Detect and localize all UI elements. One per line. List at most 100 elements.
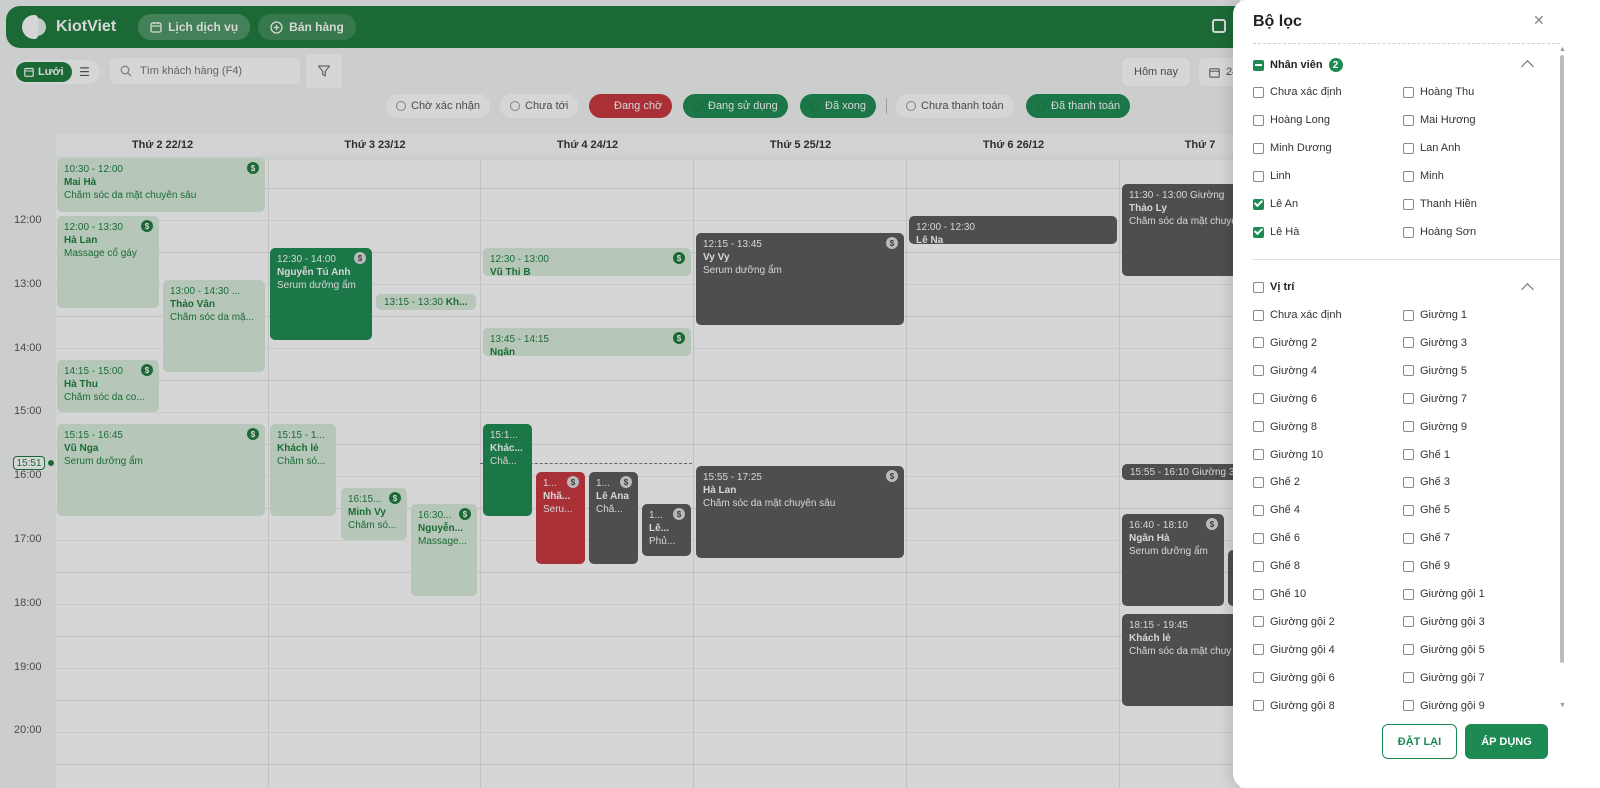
- staff-checkbox[interactable]: [1253, 86, 1264, 98]
- staff-checkbox[interactable]: [1253, 170, 1264, 182]
- location-option[interactable]: Giường 4: [1253, 365, 1317, 377]
- location-checkbox[interactable]: [1403, 393, 1414, 405]
- staff-option[interactable]: Thanh Hiền: [1403, 198, 1477, 210]
- location-checkbox[interactable]: [1253, 644, 1264, 656]
- location-option[interactable]: Ghế 6: [1253, 532, 1300, 544]
- reset-button[interactable]: ĐẶT LẠI: [1382, 724, 1457, 759]
- location-checkbox[interactable]: [1253, 672, 1264, 684]
- staff-checkbox[interactable]: [1403, 114, 1414, 126]
- location-checkbox[interactable]: [1403, 700, 1414, 712]
- staff-checkbox[interactable]: [1403, 142, 1414, 154]
- chevron-up-icon[interactable]: [1521, 60, 1534, 73]
- location-option[interactable]: Chưa xác định: [1253, 309, 1342, 321]
- location-option[interactable]: Giường gội 9: [1403, 700, 1485, 712]
- staff-section-header[interactable]: Nhân viên 2: [1253, 58, 1343, 72]
- location-checkbox[interactable]: [1403, 309, 1414, 321]
- staff-option[interactable]: Minh Dương: [1253, 142, 1332, 154]
- chevron-up-icon[interactable]: [1521, 283, 1534, 296]
- location-checkbox[interactable]: [1403, 421, 1414, 433]
- location-option[interactable]: Ghế 3: [1403, 476, 1450, 488]
- location-checkbox[interactable]: [1253, 393, 1264, 405]
- location-select-all-checkbox[interactable]: [1253, 281, 1264, 293]
- staff-checkbox[interactable]: [1403, 226, 1414, 238]
- location-option[interactable]: Giường 1: [1403, 309, 1467, 321]
- location-checkbox[interactable]: [1403, 672, 1414, 684]
- location-option[interactable]: Giường gội 3: [1403, 616, 1485, 628]
- location-checkbox[interactable]: [1403, 560, 1414, 572]
- modal-backdrop[interactable]: [0, 0, 1240, 788]
- location-checkbox[interactable]: [1253, 421, 1264, 433]
- scroll-down-arrow[interactable]: ▼: [1559, 702, 1566, 709]
- location-checkbox[interactable]: [1253, 532, 1264, 544]
- location-checkbox[interactable]: [1253, 560, 1264, 572]
- staff-select-all-checkbox[interactable]: [1253, 59, 1264, 71]
- location-checkbox[interactable]: [1253, 309, 1264, 321]
- staff-option[interactable]: Lan Anh: [1403, 142, 1460, 154]
- staff-option[interactable]: Minh: [1403, 170, 1444, 182]
- apply-button[interactable]: ÁP DỤNG: [1465, 724, 1548, 759]
- staff-option[interactable]: Lê An: [1253, 198, 1298, 210]
- staff-checkbox[interactable]: [1403, 170, 1414, 182]
- location-option-label: Ghế 3: [1420, 476, 1450, 489]
- location-section-header[interactable]: Vị trí: [1253, 281, 1294, 293]
- staff-checkbox[interactable]: [1253, 142, 1264, 154]
- location-checkbox[interactable]: [1253, 504, 1264, 516]
- location-checkbox[interactable]: [1403, 449, 1414, 460]
- staff-checkbox[interactable]: [1403, 198, 1414, 210]
- location-option[interactable]: Giường gội 5: [1403, 644, 1485, 656]
- location-checkbox[interactable]: [1253, 476, 1264, 488]
- location-checkbox[interactable]: [1403, 365, 1414, 377]
- location-option[interactable]: Giường gội 4: [1253, 644, 1335, 656]
- location-checkbox[interactable]: [1403, 588, 1414, 600]
- staff-option[interactable]: Hoàng Thu: [1403, 86, 1474, 98]
- staff-checkbox[interactable]: [1253, 226, 1264, 238]
- location-option[interactable]: Giường gội 6: [1253, 672, 1335, 684]
- location-checkbox[interactable]: [1253, 700, 1264, 712]
- scroll-up-arrow[interactable]: ▲: [1559, 46, 1566, 53]
- location-option[interactable]: Ghế 7: [1403, 532, 1450, 544]
- location-option[interactable]: Ghế 4: [1253, 504, 1300, 516]
- location-checkbox[interactable]: [1253, 449, 1264, 460]
- location-option[interactable]: Giường 9: [1403, 421, 1467, 433]
- staff-checkbox[interactable]: [1253, 198, 1264, 210]
- staff-option[interactable]: Hoàng Long: [1253, 114, 1330, 126]
- staff-option[interactable]: Lê Hà: [1253, 226, 1299, 238]
- location-option[interactable]: Ghế 9: [1403, 560, 1450, 572]
- staff-checkbox[interactable]: [1403, 86, 1414, 98]
- section-divider: [1253, 259, 1560, 260]
- panel-scrollbar[interactable]: [1560, 55, 1564, 663]
- location-option[interactable]: Giường gội 8: [1253, 700, 1335, 712]
- location-checkbox[interactable]: [1403, 337, 1414, 349]
- location-option[interactable]: Giường gội 1: [1403, 588, 1485, 600]
- location-option[interactable]: Giường 8: [1253, 421, 1317, 433]
- location-checkbox[interactable]: [1403, 504, 1414, 516]
- location-option[interactable]: Giường 7: [1403, 393, 1467, 405]
- location-option[interactable]: Giường 5: [1403, 365, 1467, 377]
- staff-option[interactable]: Mai Hương: [1403, 114, 1476, 126]
- location-option[interactable]: Ghế 8: [1253, 560, 1300, 572]
- location-option[interactable]: Giường 10: [1253, 449, 1323, 461]
- location-checkbox[interactable]: [1253, 588, 1264, 600]
- location-checkbox[interactable]: [1403, 616, 1414, 628]
- staff-option[interactable]: Hoàng Sơn: [1403, 226, 1476, 238]
- staff-option[interactable]: Linh: [1253, 170, 1291, 182]
- location-option[interactable]: Giường gội 7: [1403, 672, 1485, 684]
- staff-checkbox[interactable]: [1253, 114, 1264, 126]
- close-button[interactable]: ✕: [1533, 12, 1545, 29]
- location-option[interactable]: Giường gội 2: [1253, 616, 1335, 628]
- location-option[interactable]: Ghế 2: [1253, 476, 1300, 488]
- location-checkbox[interactable]: [1253, 365, 1264, 377]
- location-option[interactable]: Ghế 1: [1403, 449, 1450, 461]
- location-checkbox[interactable]: [1403, 532, 1414, 544]
- location-option[interactable]: Giường 2: [1253, 337, 1317, 349]
- location-checkbox[interactable]: [1403, 644, 1414, 656]
- location-option-label: Ghế 5: [1420, 504, 1450, 517]
- location-checkbox[interactable]: [1403, 476, 1414, 488]
- location-checkbox[interactable]: [1253, 616, 1264, 628]
- location-option[interactable]: Giường 6: [1253, 393, 1317, 405]
- staff-option[interactable]: Chưa xác định: [1253, 86, 1342, 98]
- location-option[interactable]: Ghế 5: [1403, 504, 1450, 516]
- location-checkbox[interactable]: [1253, 337, 1264, 349]
- location-option[interactable]: Giường 3: [1403, 337, 1467, 349]
- location-option[interactable]: Ghế 10: [1253, 588, 1306, 600]
